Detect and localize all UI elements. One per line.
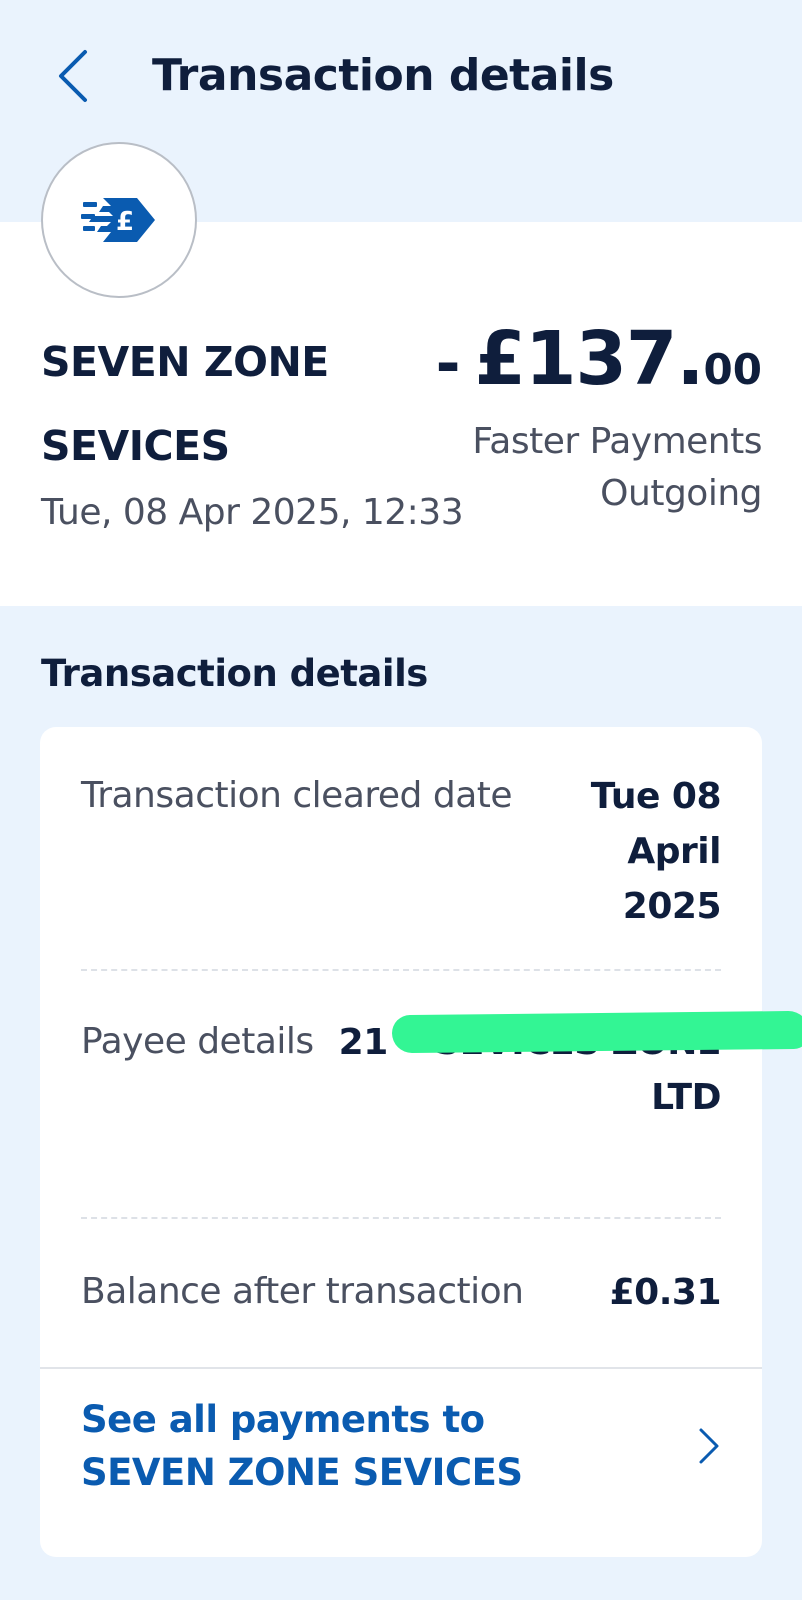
merchant-logo: £ <box>41 142 197 298</box>
chevron-left-icon <box>59 50 87 102</box>
detail-label: Transaction cleared date <box>81 775 513 816</box>
faster-payment-pound-icon: £ <box>81 198 155 242</box>
see-all-payments-label: See all payments to SEVEN ZONE SEVICES <box>81 1398 523 1494</box>
divider <box>40 1367 762 1369</box>
see-all-payments-link[interactable]: See all payments to SEVEN ZONE SEVICES <box>81 1391 721 1501</box>
divider <box>81 1217 721 1219</box>
transaction-datetime: Tue, 08 Apr 2025, 12:33 <box>41 492 464 533</box>
chevron-right-icon <box>699 1428 719 1464</box>
amount-minor: 00 <box>703 345 762 394</box>
redaction-mark <box>391 1010 802 1054</box>
back-button[interactable] <box>46 40 98 112</box>
amount-sign: - <box>435 329 461 399</box>
svg-text:£: £ <box>116 207 134 237</box>
detail-value: £0.31 <box>609 1272 722 1313</box>
payment-type: Faster Payments Outgoing <box>472 421 762 514</box>
amount-major: £137. <box>474 316 704 402</box>
merchant-name: SEVEN ZONE SEVICES <box>41 338 329 470</box>
details-heading: Transaction details <box>41 652 428 695</box>
detail-label: Payee details <box>81 1021 314 1062</box>
detail-row-balance: Balance after transaction £0.31 <box>81 1265 722 1320</box>
page-title: Transaction details <box>152 50 614 101</box>
divider <box>81 969 721 971</box>
details-card: Transaction cleared date Tue 08 April 20… <box>40 727 802 1557</box>
detail-row-cleared-date: Transaction cleared date Tue 08 April 20… <box>81 769 722 934</box>
detail-label: Balance after transaction <box>81 1271 524 1312</box>
detail-value: Tue 08 April 2025 <box>590 776 722 927</box>
transaction-amount: - £137.00 <box>436 316 762 402</box>
